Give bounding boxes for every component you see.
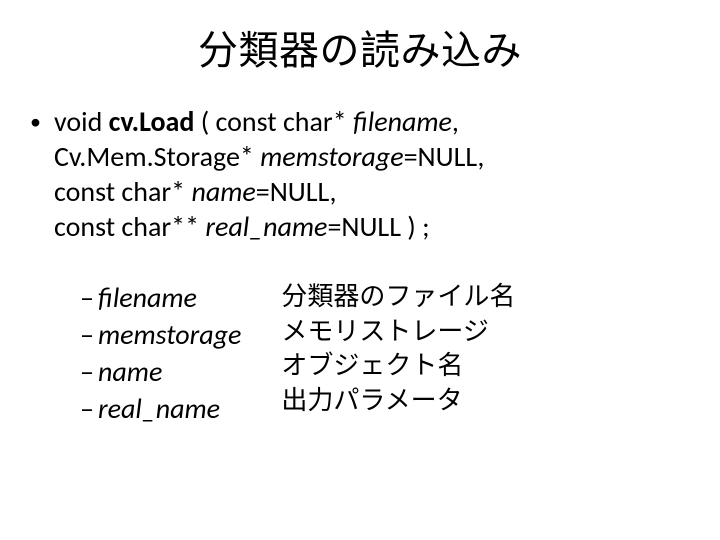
sig-l2-arg: memstorage bbox=[260, 139, 403, 174]
sig-l2-tail: =NULL, bbox=[404, 139, 485, 174]
slide-body: • void cv.Load ( const char* filename, C… bbox=[30, 104, 690, 426]
sig-l4-prefix: const char** bbox=[54, 209, 205, 244]
sig-l2-prefix: Cv.Mem.Storage* bbox=[54, 139, 260, 174]
param-name: real_name bbox=[98, 391, 220, 426]
param-name: filename bbox=[98, 280, 197, 315]
sig-l1-prefix: void bbox=[54, 104, 109, 139]
sig-l3-tail: =NULL, bbox=[256, 174, 337, 209]
signature-bullet: • void cv.Load ( const char* filename, C… bbox=[30, 104, 690, 244]
signature-line-3: const char* name=NULL, bbox=[54, 174, 484, 209]
slide: 分類器の読み込み • void cv.Load ( const char* fi… bbox=[0, 0, 720, 540]
dash-icon: – bbox=[80, 391, 98, 426]
param-desc: 出力パラメータ bbox=[281, 384, 515, 417]
parameter-names-column: – filename – memstorage – name – real_na… bbox=[80, 280, 241, 426]
sig-l1-tail: , bbox=[452, 104, 459, 139]
sig-l4-tail: =NULL ) ; bbox=[327, 209, 429, 244]
sig-l1-after: ( const char* bbox=[194, 104, 353, 139]
param-row: – real_name bbox=[80, 391, 241, 426]
sig-l3-arg: name bbox=[191, 174, 255, 209]
dash-icon: – bbox=[80, 354, 98, 389]
parameter-list: – filename – memstorage – name – real_na… bbox=[80, 280, 690, 426]
parameter-desc-column: 分類器のファイル名 メモリストレージ オブジェクト名 出力パラメータ bbox=[281, 280, 515, 426]
function-signature: void cv.Load ( const char* filename, Cv.… bbox=[54, 104, 484, 244]
dash-icon: – bbox=[80, 280, 98, 315]
param-desc: オブジェクト名 bbox=[281, 349, 515, 382]
param-desc: メモリストレージ bbox=[281, 315, 515, 348]
param-row: – filename bbox=[80, 280, 241, 315]
param-row: – memstorage bbox=[80, 317, 241, 352]
param-desc: 分類器のファイル名 bbox=[281, 280, 515, 313]
sig-l4-arg: real_name bbox=[205, 209, 327, 244]
param-row: – name bbox=[80, 354, 241, 389]
signature-line-4: const char** real_name=NULL ) ; bbox=[54, 209, 484, 244]
sig-func-name: cv.Load bbox=[109, 104, 195, 139]
dash-icon: – bbox=[80, 317, 98, 352]
param-name: memstorage bbox=[98, 317, 241, 352]
param-name: name bbox=[98, 354, 162, 389]
sig-l3-prefix: const char* bbox=[54, 174, 191, 209]
signature-line-2: Cv.Mem.Storage* memstorage=NULL, bbox=[54, 139, 484, 174]
signature-line-1: void cv.Load ( const char* filename, bbox=[54, 104, 484, 139]
sig-l1-arg: filename bbox=[353, 104, 452, 139]
bullet-icon: • bbox=[30, 104, 54, 244]
slide-title: 分類器の読み込み bbox=[30, 18, 690, 76]
